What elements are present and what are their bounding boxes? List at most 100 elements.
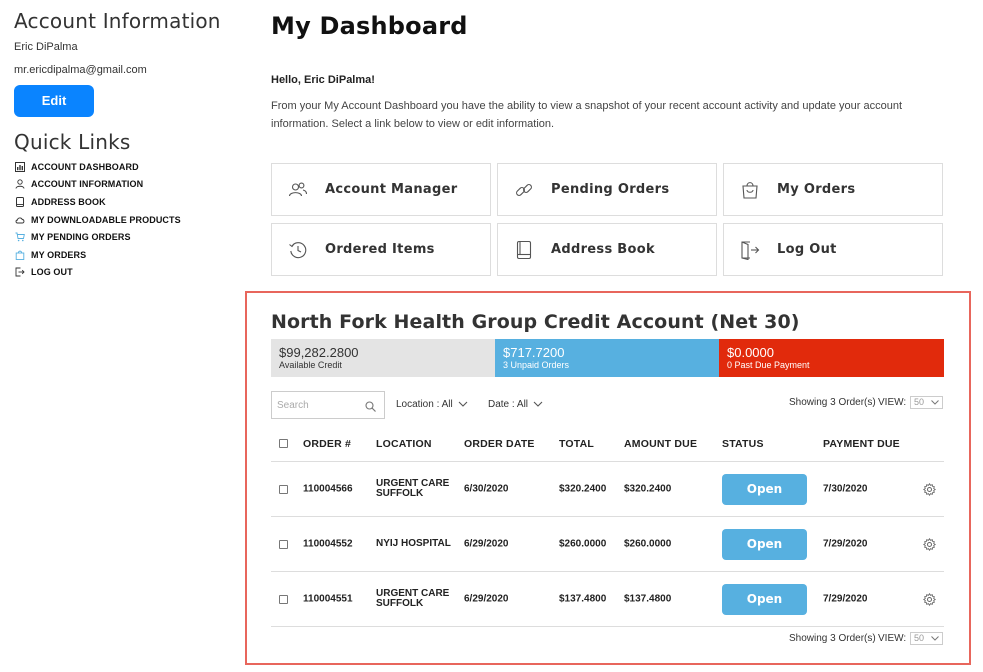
order-date: 6/30/2020 — [464, 483, 509, 495]
status-open-button[interactable]: Open — [722, 529, 807, 560]
past-due-bar: $0.0000 0 Past Due Payment — [719, 339, 944, 377]
quick-link-downloadable-products[interactable]: MY DOWNLOADABLE PRODUCTS — [14, 211, 244, 229]
quick-link-label: ACCOUNT INFORMATION — [31, 179, 144, 190]
order-number: 110004551 — [303, 593, 353, 605]
intro-text: From your My Account Dashboard you have … — [271, 100, 903, 130]
tile-label: Log Out — [777, 242, 837, 257]
quick-link-pending-orders[interactable]: MY PENDING ORDERS — [14, 228, 244, 246]
select-all-checkbox[interactable] — [279, 439, 288, 448]
quick-link-account-information[interactable]: ACCOUNT INFORMATION — [14, 176, 244, 194]
quick-link-account-dashboard[interactable]: ACCOUNT DASHBOARD — [14, 158, 244, 176]
quick-link-label: MY PENDING ORDERS — [31, 232, 131, 243]
tile-account-manager[interactable]: Account Manager — [271, 163, 491, 216]
order-number: 110004552 — [303, 538, 353, 550]
view-label-bottom: VIEW: — [878, 633, 907, 644]
order-location: URGENT CARE SUFFOLK — [376, 588, 450, 609]
logout-icon — [14, 267, 25, 278]
date-filter-dropdown[interactable]: Date : All — [488, 399, 543, 410]
credit-summary-bars: $99,282.2800 Available Credit $717.7200 … — [271, 339, 944, 377]
quick-links-list: ACCOUNT DASHBOARD ACCOUNT INFORMATION AD… — [14, 158, 244, 281]
order-number: 110004566 — [303, 483, 353, 495]
quick-link-label: MY ORDERS — [31, 249, 87, 260]
order-payment-due: 7/29/2020 — [823, 538, 868, 550]
chevron-down-icon — [931, 400, 939, 405]
col-amount-due: AMOUNT DUE — [624, 438, 698, 450]
logout-icon — [739, 239, 761, 261]
quick-link-label: LOG OUT — [31, 267, 73, 278]
available-credit-bar: $99,282.2800 Available Credit — [271, 339, 495, 377]
search-box — [271, 391, 385, 419]
user-email: mr.ericdipalma@gmail.com — [14, 64, 147, 76]
date-filter-label: Date : All — [488, 399, 529, 410]
col-order-date: ORDER DATE — [464, 438, 535, 450]
col-total: TOTAL — [559, 438, 595, 450]
status-open-button[interactable]: Open — [722, 584, 807, 615]
order-amount-due: $260.0000 — [624, 538, 672, 550]
orders-table: ORDER # LOCATION ORDER DATE TOTAL AMOUNT… — [271, 424, 944, 627]
page-size-select-top[interactable]: 50 — [910, 396, 943, 409]
order-location: NYIJ HOSPITAL — [376, 538, 451, 549]
chevron-down-icon — [458, 401, 468, 407]
main-content: My Dashboard Hello, Eric DiPalma! From y… — [271, 0, 943, 276]
tile-pending-orders[interactable]: Pending Orders — [497, 163, 717, 216]
user-name: Eric DiPalma — [14, 41, 78, 53]
tile-label: My Orders — [777, 182, 856, 197]
order-location: URGENT CARE SUFFOLK — [376, 478, 450, 499]
shopping-bag-icon — [14, 249, 25, 260]
tile-ordered-items[interactable]: Ordered Items — [271, 223, 491, 276]
order-amount-due: $320.2400 — [624, 483, 672, 495]
account-info-title: Account Information — [14, 9, 221, 33]
tile-label: Account Manager — [325, 182, 458, 197]
search-input[interactable] — [272, 392, 366, 418]
tile-address-book[interactable]: Address Book — [497, 223, 717, 276]
location-filter-dropdown[interactable]: Location : All — [396, 399, 468, 410]
greeting: Hello, Eric DiPalma! — [271, 74, 375, 86]
book-icon — [513, 239, 535, 261]
order-date: 6/29/2020 — [464, 593, 509, 605]
user-icon — [14, 179, 25, 190]
order-amount-due: $137.4800 — [624, 593, 672, 605]
unpaid-orders-amount: $717.7200 — [503, 345, 565, 360]
gear-icon[interactable] — [922, 537, 937, 552]
quick-link-log-out[interactable]: LOG OUT — [14, 264, 244, 282]
col-location: LOCATION — [376, 438, 432, 450]
quick-link-my-orders[interactable]: MY ORDERS — [14, 246, 244, 264]
dashboard-icon — [14, 161, 25, 172]
tile-log-out[interactable]: Log Out — [723, 223, 943, 276]
table-header: ORDER # LOCATION ORDER DATE TOTAL AMOUNT… — [271, 424, 944, 462]
gear-icon[interactable] — [922, 482, 937, 497]
location-filter-label: Location : All — [396, 399, 453, 410]
row-checkbox[interactable] — [279, 595, 288, 604]
quick-link-label: ACCOUNT DASHBOARD — [31, 161, 139, 172]
status-open-button[interactable]: Open — [722, 474, 807, 505]
tile-label: Address Book — [551, 242, 655, 257]
row-checkbox[interactable] — [279, 540, 288, 549]
available-credit-amount: $99,282.2800 — [279, 345, 359, 360]
users-icon — [287, 179, 309, 201]
credit-account-panel: North Fork Health Group Credit Account (… — [245, 291, 971, 665]
order-payment-due: 7/29/2020 — [823, 593, 868, 605]
page-size-select-bottom[interactable]: 50 — [910, 632, 943, 645]
row-checkbox[interactable] — [279, 485, 288, 494]
view-label-top: VIEW: — [878, 397, 907, 408]
col-payment-due: PAYMENT DUE — [823, 438, 900, 450]
quick-link-address-book[interactable]: ADDRESS BOOK — [14, 193, 244, 211]
quick-link-label: MY DOWNLOADABLE PRODUCTS — [31, 214, 181, 225]
chevron-down-icon — [931, 636, 939, 641]
cloud-download-icon — [14, 214, 25, 225]
search-icon[interactable] — [365, 399, 376, 412]
order-total: $320.2400 — [559, 483, 607, 495]
quick-link-label: ADDRESS BOOK — [31, 196, 106, 207]
chevron-down-icon — [533, 401, 543, 407]
tile-my-orders[interactable]: My Orders — [723, 163, 943, 216]
available-credit-label: Available Credit — [279, 360, 342, 370]
order-filters: Location : All Date : All Showing 3 Orde… — [271, 391, 944, 419]
table-row: 110004552 NYIJ HOSPITAL 6/29/2020 $260.0… — [271, 517, 944, 572]
edit-button[interactable]: Edit — [14, 85, 94, 117]
credit-account-title: North Fork Health Group Credit Account (… — [271, 311, 800, 333]
past-due-amount: $0.0000 — [727, 345, 774, 360]
gear-icon[interactable] — [922, 592, 937, 607]
unpaid-orders-bar: $717.7200 3 Unpaid Orders — [495, 339, 719, 377]
orders-count-bottom: Showing 3 Order(s) — [789, 633, 876, 644]
col-status: STATUS — [722, 438, 764, 450]
